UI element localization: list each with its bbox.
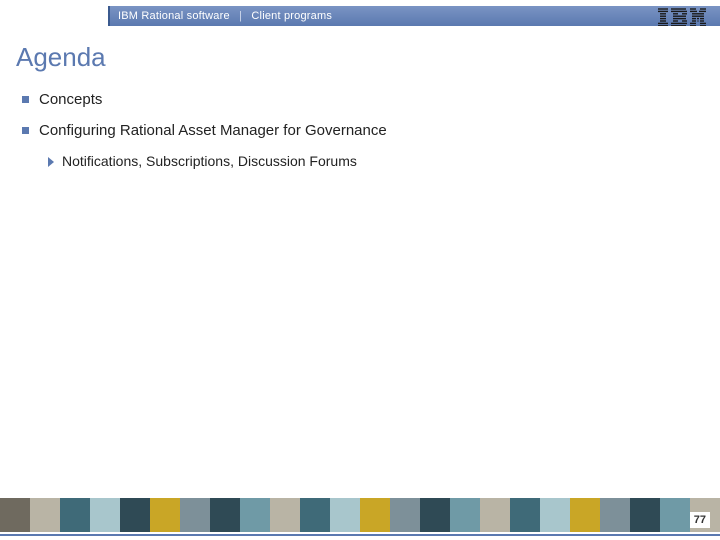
- footer-tile: [330, 498, 360, 532]
- footer-tile: [60, 498, 90, 532]
- slide-content: Concepts Configuring Rational Asset Mana…: [0, 87, 720, 169]
- page-number: 77: [690, 512, 710, 528]
- footer-tile: [120, 498, 150, 532]
- square-bullet-icon: [22, 96, 29, 103]
- footer-tile: [510, 498, 540, 532]
- footer-tile: [630, 498, 660, 532]
- footer-tile: [30, 498, 60, 532]
- footer-tile: [360, 498, 390, 532]
- header-spacer: [0, 6, 110, 26]
- footer-divider: [0, 534, 720, 536]
- bullet-text: Notifications, Subscriptions, Discussion…: [62, 153, 357, 169]
- slide-footer: 77: [0, 498, 720, 540]
- bullet-text: Concepts: [39, 91, 102, 108]
- footer-tile: [0, 498, 30, 532]
- footer-tile: [270, 498, 300, 532]
- footer-tile: [210, 498, 240, 532]
- footer-tile: [480, 498, 510, 532]
- slide-header: IBM Rational software | Client programs: [0, 0, 720, 32]
- ibm-logo-icon: [658, 8, 706, 26]
- footer-tile: [90, 498, 120, 532]
- slide-title: Agenda: [0, 32, 720, 87]
- footer-tile: [570, 498, 600, 532]
- footer-tile: [150, 498, 180, 532]
- header-section-text: Client programs: [251, 10, 332, 22]
- bullet-level1: Concepts: [22, 91, 720, 108]
- bullet-level1: Configuring Rational Asset Manager for G…: [22, 122, 720, 139]
- header-brand: IBM Rational software | Client programs: [110, 10, 332, 22]
- square-bullet-icon: [22, 127, 29, 134]
- footer-tile: [420, 498, 450, 532]
- footer-tile: [660, 498, 690, 532]
- footer-tile: [300, 498, 330, 532]
- footer-tile: [240, 498, 270, 532]
- bullet-level2: Notifications, Subscriptions, Discussion…: [48, 153, 720, 169]
- header-brand-text: IBM Rational software: [118, 10, 230, 22]
- footer-tile: [540, 498, 570, 532]
- arrow-bullet-icon: [48, 157, 54, 167]
- header-separator: |: [233, 10, 248, 22]
- header-bar: IBM Rational software | Client programs: [0, 6, 720, 26]
- footer-tile: [450, 498, 480, 532]
- footer-image-strip: [0, 498, 720, 532]
- bullet-text: Configuring Rational Asset Manager for G…: [39, 122, 387, 139]
- footer-tile: [600, 498, 630, 532]
- footer-tile: [390, 498, 420, 532]
- footer-tile: [180, 498, 210, 532]
